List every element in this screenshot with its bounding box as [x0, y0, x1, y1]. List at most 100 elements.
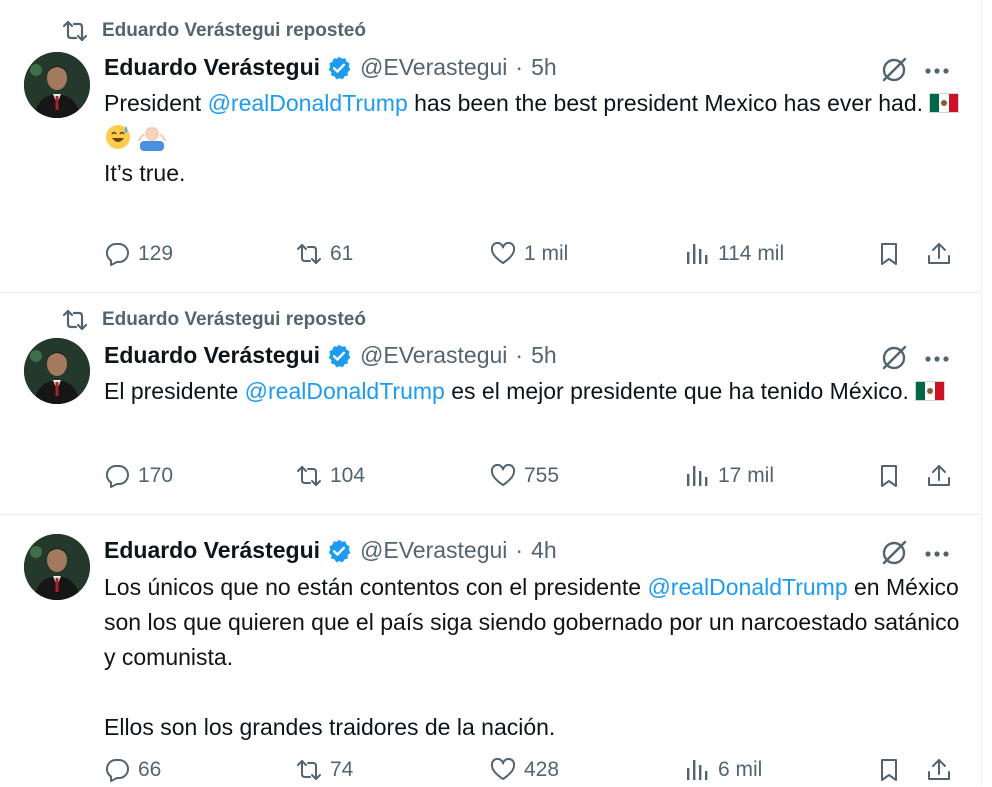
views-button[interactable]: 6 mil: [684, 757, 762, 783]
verified-badge-icon: [328, 344, 351, 367]
mexico-flag-icon: [914, 381, 945, 401]
author-handle[interactable]: @EVerastegui: [360, 54, 507, 81]
reply-count: 129: [138, 242, 174, 265]
action-bar: 170 104 755 17 mil: [104, 463, 954, 493]
column-border: [981, 0, 982, 786]
tweet-3[interactable]: Eduardo Verástegui @EVerastegui · 4h Los…: [0, 514, 980, 786]
mention-link[interactable]: @realDonaldTrump: [208, 90, 408, 116]
author-name[interactable]: Eduardo Verástegui: [104, 342, 320, 369]
grok-icon[interactable]: [878, 342, 910, 374]
view-count: 17 mil: [718, 464, 775, 487]
bookmark-icon: [881, 465, 897, 487]
avatar[interactable]: [24, 534, 90, 600]
bookmark-icon: [881, 243, 897, 265]
repost-count: 74: [330, 758, 354, 781]
tweet-header: Eduardo Verástegui @EVerastegui · 4h: [104, 537, 557, 564]
timestamp[interactable]: 5h: [531, 342, 557, 369]
text-after: has been the best president Mexico has e…: [407, 90, 924, 116]
share-button[interactable]: [926, 463, 952, 489]
share-button[interactable]: [926, 757, 952, 783]
tweet-text: Los únicos que no están contentos con el…: [104, 570, 964, 745]
like-count: 428: [524, 758, 560, 781]
repost-label: Eduardo Verástegui reposteó: [102, 309, 366, 330]
reply-button[interactable]: 129: [104, 241, 173, 267]
mention-link[interactable]: @realDonaldTrump: [245, 378, 445, 404]
like-button[interactable]: 755: [490, 463, 559, 489]
share-icon: [928, 759, 950, 780]
more-icon[interactable]: [922, 56, 952, 86]
text-after: es el mejor presidente que ha tenido Méx…: [444, 378, 909, 404]
reply-button[interactable]: 170: [104, 463, 173, 489]
bookmark-button[interactable]: [876, 463, 902, 489]
bookmark-button[interactable]: [876, 241, 902, 267]
profile-photo: [24, 52, 90, 118]
repost-icon: [297, 466, 321, 486]
separator: ·: [515, 54, 524, 80]
like-icon: [490, 757, 516, 780]
text-paragraph-2: Ellos son los grandes traidores de la na…: [104, 714, 556, 740]
tweet-1[interactable]: Eduardo Verástegui reposteó Eduardo Verá…: [0, 0, 980, 292]
verified-badge-icon: [328, 539, 351, 562]
share-icon: [928, 465, 950, 486]
tweet-text: El presidente @realDonaldTrump es el mej…: [104, 374, 964, 409]
text-before: El presidente: [104, 378, 245, 404]
bookmark-button[interactable]: [876, 757, 902, 783]
reply-button[interactable]: 66: [104, 757, 161, 783]
action-bar: 66 74 428 6 mil: [104, 757, 954, 787]
avatar[interactable]: [24, 52, 90, 118]
reply-count: 66: [138, 758, 162, 781]
views-icon: [687, 760, 708, 780]
text-before: Los únicos que no están contentos con el…: [104, 574, 648, 600]
timestamp[interactable]: 5h: [531, 54, 557, 81]
mexico-flag-icon: [929, 93, 960, 113]
repost-button[interactable]: 74: [296, 757, 353, 783]
grok-icon[interactable]: [878, 537, 910, 569]
profile-photo: [24, 338, 90, 404]
repost-icon: [62, 20, 88, 42]
grinning-sweat-emoji: [106, 125, 130, 149]
like-button[interactable]: 428: [490, 757, 559, 783]
reply-count: 170: [138, 464, 174, 487]
timestamp[interactable]: 4h: [531, 537, 557, 564]
views-button[interactable]: 17 mil: [684, 463, 774, 489]
view-count: 6 mil: [718, 758, 763, 781]
repost-button[interactable]: 61: [296, 241, 353, 267]
like-button[interactable]: 1 mil: [490, 241, 568, 267]
view-count: 114 mil: [718, 242, 785, 265]
share-icon: [928, 243, 950, 264]
like-icon: [490, 241, 516, 264]
bookmark-icon: [881, 759, 897, 781]
action-bar: 129 61 1 mil 114 mil: [104, 241, 954, 271]
tweet-header: Eduardo Verástegui @EVerastegui · 5h: [104, 342, 557, 369]
tweet-2[interactable]: Eduardo Verástegui reposteó Eduardo Verá…: [0, 292, 980, 514]
mention-link[interactable]: @realDonaldTrump: [647, 574, 847, 600]
profile-photo: [24, 534, 90, 600]
text-line-3: It’s true.: [104, 160, 186, 186]
tweet-text: President @realDonaldTrump has been the …: [104, 86, 964, 191]
grok-icon[interactable]: [878, 54, 910, 86]
share-button[interactable]: [926, 241, 952, 267]
views-button[interactable]: 114 mil: [684, 241, 784, 267]
author-name[interactable]: Eduardo Verástegui: [104, 54, 320, 81]
author-name[interactable]: Eduardo Verástegui: [104, 537, 320, 564]
repost-indicator[interactable]: Eduardo Verástegui reposteó: [62, 20, 366, 42]
views-icon: [687, 466, 708, 486]
avatar[interactable]: [24, 338, 90, 404]
more-icon[interactable]: [922, 539, 952, 569]
author-handle[interactable]: @EVerastegui: [360, 342, 507, 369]
repost-button[interactable]: 104: [296, 463, 365, 489]
timeline-feed: Eduardo Verástegui reposteó Eduardo Verá…: [0, 0, 992, 786]
repost-label: Eduardo Verástegui reposteó: [102, 20, 366, 41]
reply-icon: [105, 243, 129, 266]
separator: ·: [515, 537, 524, 563]
reply-icon: [105, 465, 129, 488]
like-icon: [490, 463, 516, 486]
author-handle[interactable]: @EVerastegui: [360, 537, 507, 564]
more-icon[interactable]: [922, 344, 952, 374]
text-before: President: [104, 90, 208, 116]
man-shrugging-emoji: [138, 127, 166, 151]
repost-count: 61: [330, 242, 354, 265]
tweet-header: Eduardo Verástegui @EVerastegui · 5h: [104, 54, 557, 81]
repost-indicator[interactable]: Eduardo Verástegui reposteó: [62, 309, 366, 331]
repost-count: 104: [330, 464, 366, 487]
